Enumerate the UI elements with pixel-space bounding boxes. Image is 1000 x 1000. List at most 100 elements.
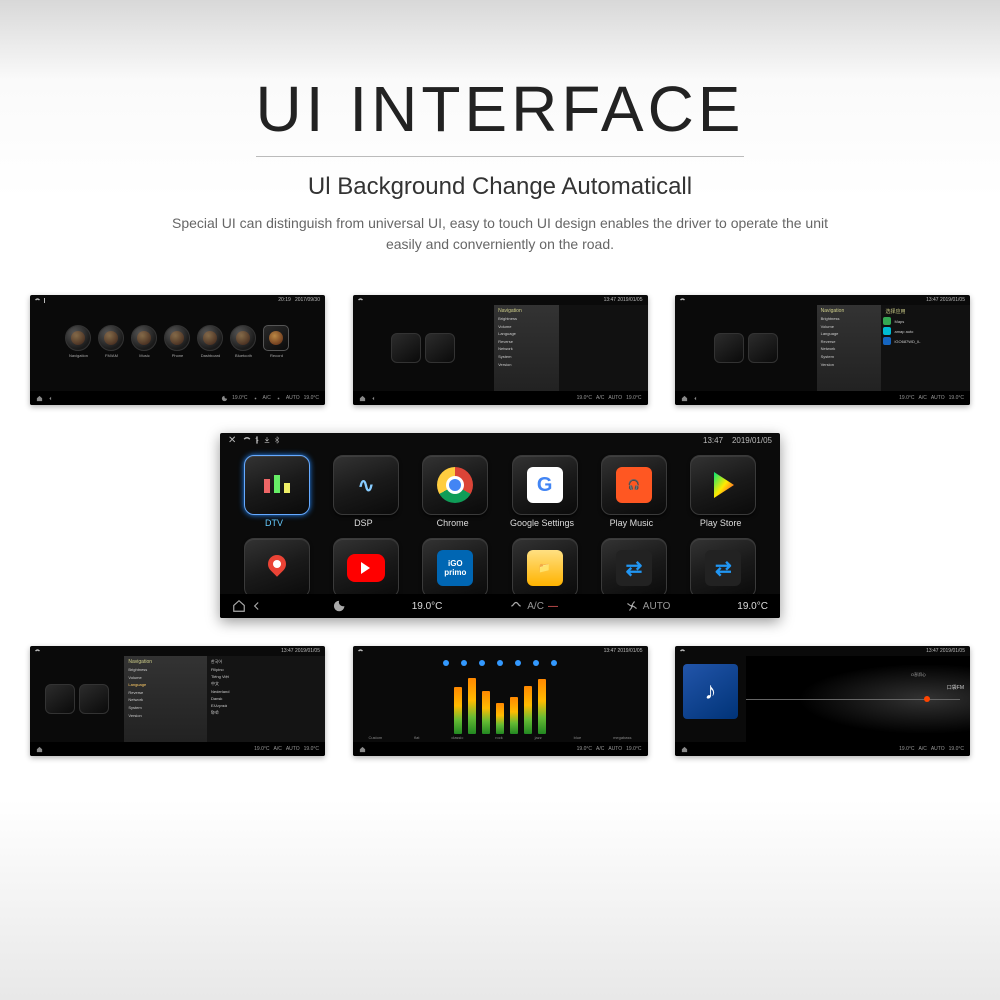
app-launcher-ps[interactable]: Play Store xyxy=(685,455,762,528)
eq-preset[interactable]: classic xyxy=(451,735,463,740)
menu-item[interactable]: Reverse xyxy=(819,338,880,346)
menu-item[interactable]: Version xyxy=(496,361,557,369)
menu-item[interactable]: Network xyxy=(819,345,880,353)
menu-header: Navigation xyxy=(496,307,557,315)
menu-item[interactable]: Language xyxy=(819,330,880,338)
thumb-row-bottom: 13:47 2019/01/05 NavigationBrightnessVol… xyxy=(0,646,1000,756)
igo-icon: iGOprimo xyxy=(437,550,473,586)
eq-preset[interactable]: jazz xyxy=(535,735,542,740)
home-icon[interactable] xyxy=(36,746,43,753)
menu-item[interactable]: Reverse xyxy=(496,338,557,346)
wifi-icon xyxy=(680,298,685,303)
app-launcher-dtv[interactable]: DTV xyxy=(238,455,315,528)
app-tile[interactable] xyxy=(79,684,109,714)
menu-item[interactable]: Version xyxy=(126,712,205,720)
eq-preset[interactable]: Custom xyxy=(368,735,382,740)
dock-app-label: Navigation xyxy=(65,353,93,358)
home-icon[interactable] xyxy=(359,746,366,753)
menu-item[interactable]: Brightness xyxy=(126,666,205,674)
menu-item[interactable]: System xyxy=(496,353,557,361)
hero-subtitle: Ul Background Change Automaticall xyxy=(0,173,1000,201)
waveform[interactable]: 口袋FM O澎湃心 xyxy=(746,656,970,742)
menu-item[interactable]: System xyxy=(126,704,205,712)
dock-app[interactable]: Record xyxy=(263,325,291,358)
app-launcher-chrome[interactable]: Chrome xyxy=(417,455,494,528)
close-icon[interactable]: ✕ xyxy=(228,435,236,446)
menu-item[interactable]: Volume xyxy=(496,323,557,331)
menu-item[interactable]: Volume xyxy=(126,674,205,682)
thumb-equalizer: 13:47 2019/01/05 Customflatclassicrockja… xyxy=(353,646,648,756)
auto-label: AUTO xyxy=(931,395,945,401)
app-launcher-g[interactable]: G Google Settings xyxy=(506,455,583,528)
eq-bar[interactable] xyxy=(468,678,476,734)
menu-item[interactable]: Version xyxy=(819,361,880,369)
eq-bar[interactable] xyxy=(510,697,518,734)
eq-bar[interactable] xyxy=(482,691,490,734)
eq-bar[interactable] xyxy=(524,686,532,734)
eq-preset[interactable]: flat xyxy=(414,735,419,740)
language-item[interactable]: Dansk xyxy=(209,695,323,702)
language-item[interactable]: हिन्दी xyxy=(209,709,323,717)
eq-preset[interactable]: rock xyxy=(495,735,503,740)
menu-item[interactable]: Brightness xyxy=(496,315,557,323)
menu-item[interactable]: Reverse xyxy=(126,689,205,697)
eq-preset[interactable]: blue xyxy=(574,735,582,740)
dock-app[interactable]: Phone xyxy=(164,325,192,358)
app-launcher-pm[interactable]: 🎧 Play Music xyxy=(595,455,672,528)
back-icon[interactable] xyxy=(47,395,54,402)
home-icon[interactable] xyxy=(36,395,43,402)
back-icon[interactable] xyxy=(370,395,377,402)
ac-label[interactable]: A/C xyxy=(527,601,544,612)
app-tile[interactable] xyxy=(425,333,455,363)
language-item[interactable]: 한국어 xyxy=(209,658,323,666)
language-item[interactable]: Filipino xyxy=(209,666,323,673)
home-icon[interactable] xyxy=(681,395,688,402)
fan-icon[interactable] xyxy=(625,599,639,613)
menu-item[interactable]: Brightness xyxy=(819,315,880,323)
eq-bar[interactable] xyxy=(496,703,504,734)
nav-app-item[interactable]: amap auto xyxy=(883,326,968,336)
language-item[interactable]: Nederland xyxy=(209,688,323,695)
status-time: 13:47 xyxy=(281,648,294,654)
home-icon[interactable] xyxy=(359,395,366,402)
dock-app[interactable]: FM/AM xyxy=(98,325,126,358)
app-tile[interactable] xyxy=(714,333,744,363)
moon-icon[interactable] xyxy=(331,599,345,613)
back-icon[interactable] xyxy=(692,395,699,402)
menu-item[interactable]: Language xyxy=(496,330,557,338)
app-tile[interactable] xyxy=(45,684,75,714)
playhead[interactable] xyxy=(924,696,930,702)
auto-label: AUTO xyxy=(286,395,300,401)
eq-bar[interactable] xyxy=(454,687,462,734)
dock-app[interactable]: Dashboard xyxy=(197,325,225,358)
home-icon[interactable] xyxy=(232,599,246,613)
dock-app[interactable]: Navigation xyxy=(65,325,93,358)
dock-app-label: Bluetooth xyxy=(230,353,258,358)
menu-item[interactable]: Network xyxy=(496,345,557,353)
eq-bar[interactable] xyxy=(538,679,546,734)
app-tile[interactable] xyxy=(391,333,421,363)
back-icon[interactable] xyxy=(250,599,264,613)
status-date: 2019/01/05 xyxy=(940,297,965,303)
auto-label[interactable]: AUTO xyxy=(643,601,671,612)
eq-preset[interactable]: megabass xyxy=(613,735,631,740)
menu-item[interactable]: System xyxy=(819,353,880,361)
dock-app[interactable]: Bluetooth xyxy=(230,325,258,358)
language-item[interactable]: 中文 xyxy=(209,680,323,688)
temp-right: 19.0°C xyxy=(949,746,964,752)
language-item[interactable]: Ελληνικά xyxy=(209,702,323,709)
nav-app-item[interactable]: Maps xyxy=(883,316,968,326)
home-icon[interactable] xyxy=(681,746,688,753)
airflow-icon[interactable] xyxy=(509,599,523,613)
app-launcher-dsp[interactable]: ∿ DSP xyxy=(327,455,404,528)
album-art[interactable]: ♪ xyxy=(683,664,738,719)
dock-app[interactable]: Music xyxy=(131,325,159,358)
nav-app-item[interactable]: iGO687WD_IL xyxy=(883,336,968,346)
thumb-media-player: 13:47 2019/01/05 ♪ 口袋FM O澎湃心 19.0°CA/CAU… xyxy=(675,646,970,756)
menu-item[interactable]: Volume xyxy=(819,323,880,331)
menu-item[interactable]: Network xyxy=(126,696,205,704)
menu-item[interactable]: Language xyxy=(126,681,205,689)
app-tile[interactable] xyxy=(748,333,778,363)
app-icon xyxy=(883,317,891,325)
language-item[interactable]: Tiếng Việt xyxy=(209,673,323,680)
